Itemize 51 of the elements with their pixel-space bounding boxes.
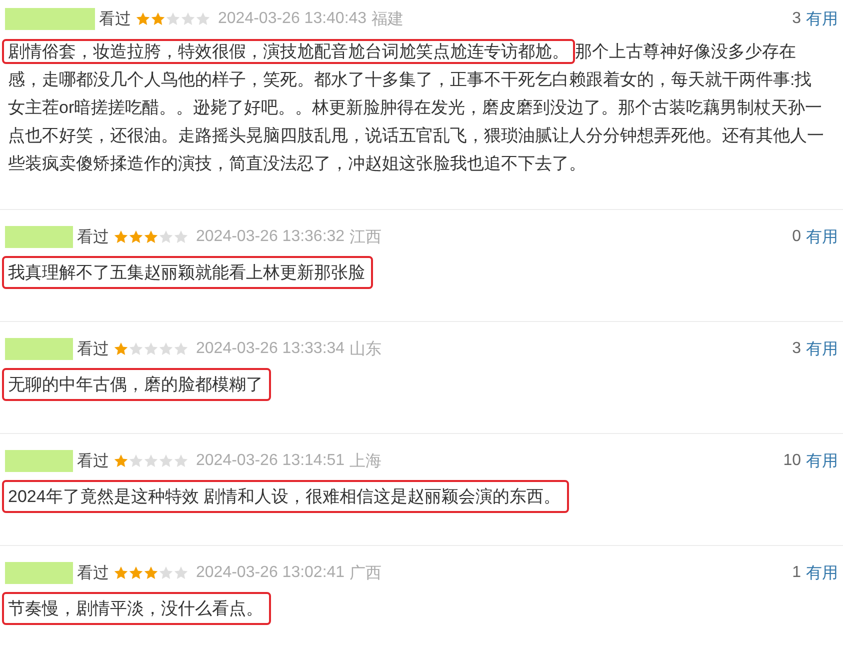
star-icon xyxy=(174,454,188,468)
useful-link[interactable]: 有用 xyxy=(806,338,838,360)
star-icon xyxy=(174,342,188,356)
review-date: 2024-03-26 13:40:43 xyxy=(218,10,367,28)
star-icon xyxy=(114,566,128,580)
star-icon xyxy=(129,342,143,356)
star-icon xyxy=(159,342,173,356)
star-icon xyxy=(144,566,158,580)
review-location: 上海 xyxy=(350,452,382,472)
star-icon xyxy=(181,12,195,26)
watched-label: 看过 xyxy=(77,228,109,248)
star-icon xyxy=(144,230,158,244)
star-icon xyxy=(129,230,143,244)
useful-link[interactable]: 有用 xyxy=(806,450,838,472)
star-icon xyxy=(114,342,128,356)
review-date: 2024-03-26 13:02:41 xyxy=(196,564,345,582)
useful-link[interactable]: 有用 xyxy=(806,562,838,584)
star-icon xyxy=(166,12,180,26)
review-location: 山东 xyxy=(350,340,382,360)
star-icon xyxy=(144,342,158,356)
useful-count: 1 xyxy=(792,564,801,582)
star-icon xyxy=(174,566,188,580)
useful-count: 0 xyxy=(792,228,801,246)
star-icon xyxy=(114,230,128,244)
review-text: 剧情俗套，妆造拉胯，特效很假，演技尬配音尬台词尬笑点尬连专访都尬。 那个上古尊神好像没多少存在感，走哪都没几个人鸟他的样子，笑死。都水了十多集了，正事不干死乞白赖跟着女的，每天就干两件事:找女主茬or暗搓搓吃醋。。逊毙了好吧。。林更新脸肿得在发光，磨皮磨到没边了。那个古装吃藕男制杖天孙一点也不好笑，还很油。走路摇头晃脑四肢乱甩，说话五官乱飞，猥琐油腻让人分分钟想弄死他。还有其他人一些装疯卖傻矫揉造作的演技，简直没法忍了，冲赵姐这张脸我也追不下去了。 xyxy=(2,34,826,182)
star-icon xyxy=(174,230,188,244)
star-icon xyxy=(136,12,150,26)
star-icon xyxy=(159,230,173,244)
review-location: 福建 xyxy=(372,10,404,30)
star-icon xyxy=(151,12,165,26)
review-date: 2024-03-26 13:33:34 xyxy=(196,340,345,358)
review-date: 2024-03-26 13:14:51 xyxy=(196,452,345,470)
useful-count: 3 xyxy=(792,10,801,28)
watched-label: 看过 xyxy=(99,10,131,30)
useful-link[interactable]: 有用 xyxy=(806,226,838,248)
star-icon xyxy=(129,566,143,580)
useful-count: 10 xyxy=(783,452,801,470)
star-icon xyxy=(144,454,158,468)
useful-link[interactable]: 有用 xyxy=(806,8,838,30)
watched-label: 看过 xyxy=(77,452,109,472)
watched-label: 看过 xyxy=(77,564,109,584)
review-date: 2024-03-26 13:36:32 xyxy=(196,228,345,246)
useful-count: 3 xyxy=(792,340,801,358)
star-icon xyxy=(196,12,210,26)
watched-label: 看过 xyxy=(77,340,109,360)
star-icon xyxy=(129,454,143,468)
star-icon xyxy=(159,566,173,580)
star-icon xyxy=(114,454,128,468)
star-icon xyxy=(159,454,173,468)
review-location: 广西 xyxy=(350,564,382,584)
review-location: 江西 xyxy=(350,228,382,248)
